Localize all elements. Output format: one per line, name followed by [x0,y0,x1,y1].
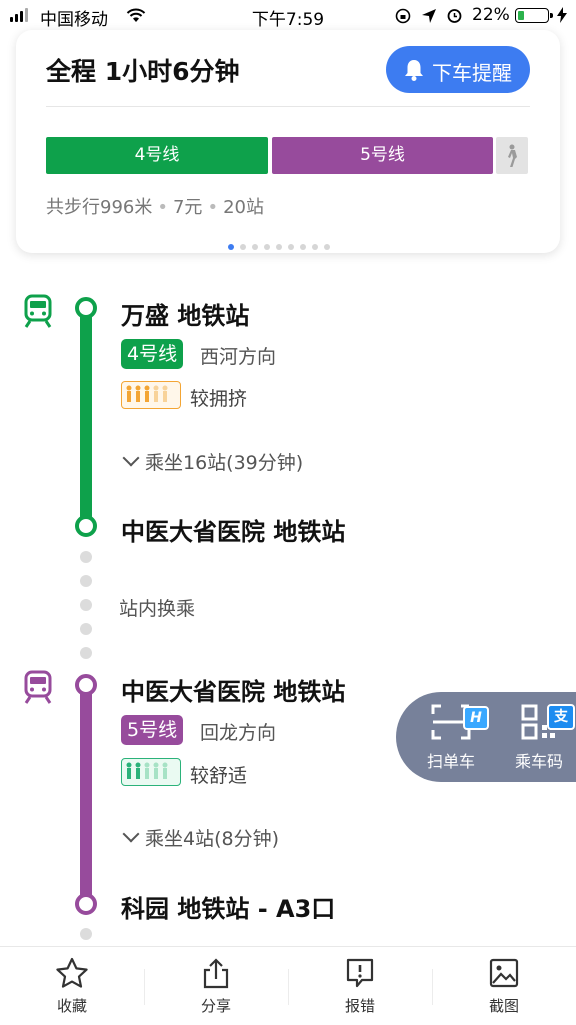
battery-percent: 22% [472,5,510,25]
destination-node [75,893,97,915]
page-dot[interactable] [240,244,246,250]
chevron-down-icon [122,449,140,467]
metro-icon [24,670,52,704]
report-button[interactable]: 报错 [288,957,432,1016]
metro-icon [24,294,52,328]
crowd-level-label: 较舒适 [190,765,248,787]
page-dot[interactable] [312,244,318,250]
alight-reminder-label: 下车提醒 [432,61,512,85]
screenshot-button[interactable]: 截图 [432,957,576,1016]
transfer-board-station[interactable]: 中医大省医院 地铁站 [121,672,345,707]
route-total-time: 全程 1小时6分钟 [46,57,240,86]
page-dot[interactable] [228,244,234,250]
lock-rotation-icon [395,8,411,24]
page-dot[interactable] [264,244,270,250]
scan-bike-button[interactable]: H [409,702,493,746]
segment-walk [496,137,528,174]
ride-stops-label: 乘坐16站(39分钟) [145,452,304,474]
transfer-dot [80,623,92,635]
page-dot[interactable] [252,244,258,250]
walk-distance: 共步行996米 [46,197,153,218]
ride-stops-toggle[interactable]: 乘坐4站(8分钟) [121,824,279,851]
board-station-node [75,674,97,696]
transfer-station[interactable]: 中医大省医院 地铁站 [121,512,345,547]
screenshot-label: 截图 [488,997,519,1015]
destination-station[interactable]: 科园 地铁站 - A3口 [121,889,335,924]
report-label: 报错 [344,997,375,1015]
bike-badge: H [463,706,489,730]
line-4-badge: 4号线 [121,339,184,369]
transfer-label: 站内换乘 [119,598,196,620]
image-icon [489,958,519,988]
status-bar: 中国移动 下午7:59 22% [0,0,576,30]
transfer-dot [80,575,92,587]
line-4-direction: 西河方向 [200,346,277,368]
walk-dot [80,928,92,940]
route-summary-card[interactable]: 全程 1小时6分钟 下车提醒 4号线 5号线 共步行996米 • 7元 • 20站 [16,30,560,253]
crowd-level-comfortable-icon [121,758,181,786]
board-station[interactable]: 万盛 地铁站 [121,296,249,331]
favorite-button[interactable]: 收藏 [0,957,144,1016]
line-5-track [80,680,92,904]
scan-bike-label: 扫单车 [426,752,475,771]
segment-line-4: 4号线 [46,137,268,174]
walk-icon [508,144,517,167]
alight-station-node [75,515,97,537]
location-icon [422,9,436,23]
alarm-icon [447,9,462,23]
quick-scan-panel: H 扫单车 支 乘车码 [396,692,576,782]
alipay-badge: 支 [547,704,575,730]
route-meta: 共步行996米 • 7元 • 20站 [46,197,264,218]
charging-icon [557,7,567,23]
ride-code-label: 乘车码 [514,752,563,771]
line-5-badge: 5号线 [121,715,184,745]
share-icon [203,958,229,989]
share-label: 分享 [200,997,231,1015]
ride-stops-label: 乘坐4站(8分钟) [145,828,280,850]
alight-reminder-button[interactable]: 下车提醒 [386,46,530,93]
crowd-level-label: 较拥挤 [190,388,248,410]
ride-code-button[interactable]: 支 [497,702,576,746]
report-error-icon [346,958,374,988]
page-dot[interactable] [276,244,282,250]
board-station-node [75,297,97,319]
star-icon [56,957,88,988]
chevron-down-icon [122,825,140,843]
bell-icon [405,60,423,81]
page-dot[interactable] [300,244,306,250]
divider [46,106,530,107]
ride-stops-toggle[interactable]: 乘坐16站(39分钟) [121,448,303,475]
share-button[interactable]: 分享 [144,957,288,1016]
transfer-dot [80,551,92,563]
line-5-direction: 回龙方向 [200,722,277,744]
favorite-label: 收藏 [56,997,87,1015]
transfer-dot [80,647,92,659]
transfer-dot [80,599,92,611]
fare: 7元 [172,197,203,218]
page-dot[interactable] [324,244,330,250]
crowd-level-crowded-icon [121,381,181,409]
page-dot[interactable] [288,244,294,250]
bottom-toolbar: 收藏 分享 报错 截图 [0,946,576,1025]
stop-count: 20站 [223,197,264,218]
battery-icon [515,8,553,23]
line-4-track [80,302,92,526]
segment-line-5: 5号线 [272,137,493,174]
page-indicator[interactable] [228,235,336,254]
